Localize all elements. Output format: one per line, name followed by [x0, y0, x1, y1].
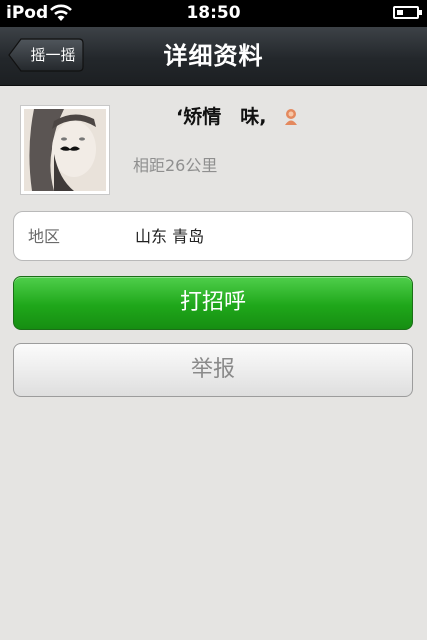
avatar-photo: [24, 109, 106, 191]
back-button[interactable]: 摇一摇: [8, 38, 84, 72]
battery-icon: [393, 6, 422, 19]
battery-level: [397, 10, 403, 15]
region-value: 山东 青岛: [135, 227, 205, 246]
back-button-label: 摇一摇: [30, 46, 76, 64]
avatar[interactable]: [20, 105, 110, 195]
status-bar: iPod 18:50: [0, 0, 427, 27]
greet-button[interactable]: 打招呼: [13, 276, 413, 330]
region-label: 地区: [28, 227, 61, 246]
navigation-bar: 详细资料 摇一摇: [0, 27, 427, 86]
distance-text: 相距26公里: [133, 156, 218, 175]
nickname: ‘矫情 味,: [176, 106, 267, 128]
avatar-image: [24, 109, 106, 191]
status-time: 18:50: [186, 3, 241, 23]
region-row: 地区 山东 青岛: [13, 211, 413, 261]
female-icon: [285, 109, 297, 125]
report-button[interactable]: 举报: [13, 343, 413, 397]
